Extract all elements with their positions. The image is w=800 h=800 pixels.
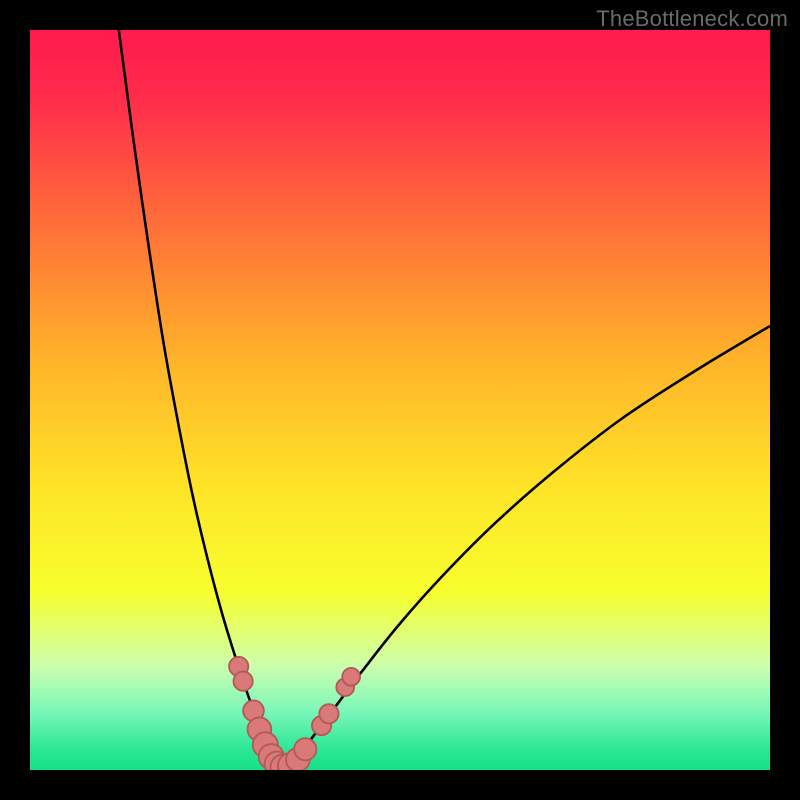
app-frame: TheBottleneck.com bbox=[0, 0, 800, 800]
watermark-text: TheBottleneck.com bbox=[596, 6, 788, 32]
data-marker bbox=[294, 738, 316, 760]
bottleneck-chart bbox=[30, 30, 770, 770]
data-marker bbox=[319, 704, 338, 723]
data-marker bbox=[234, 672, 253, 691]
chart-svg bbox=[30, 30, 770, 770]
data-marker bbox=[342, 668, 360, 686]
chart-background bbox=[30, 30, 770, 770]
